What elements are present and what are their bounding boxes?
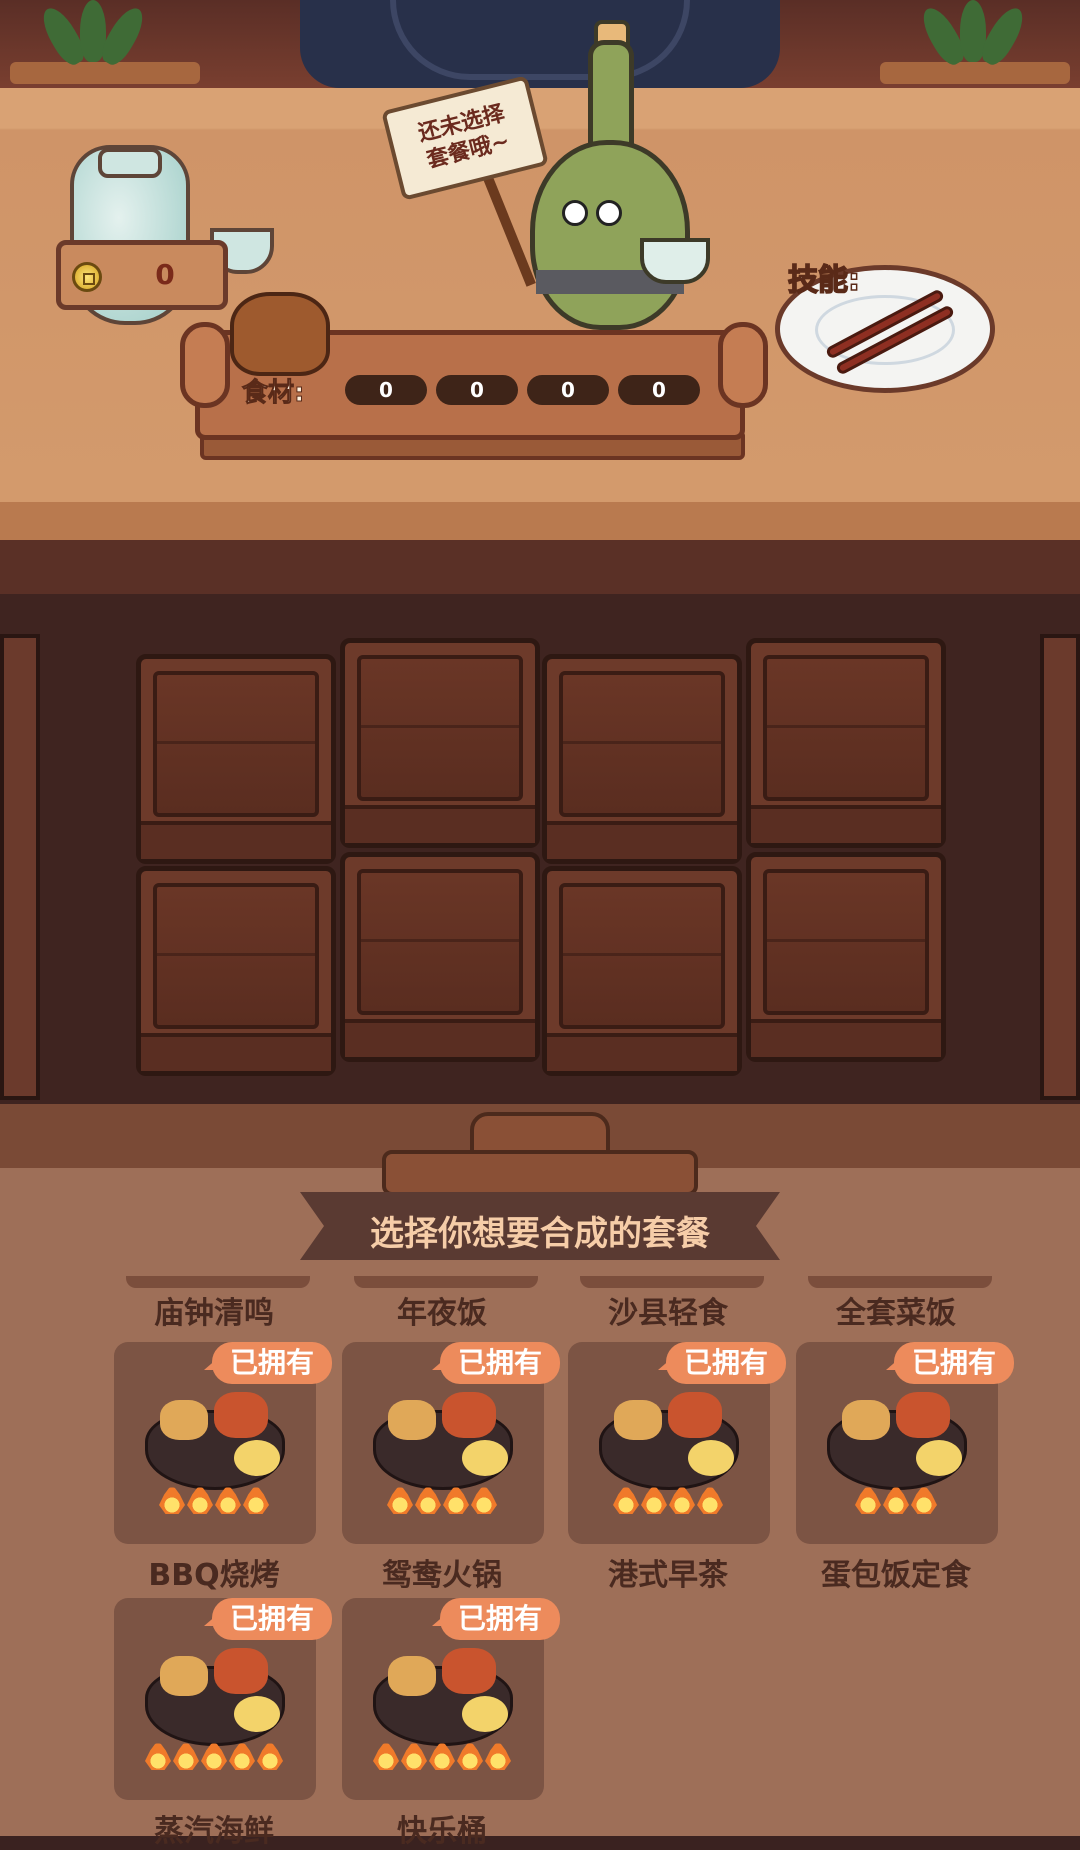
ingredient-drawer-8[interactable] bbox=[746, 852, 946, 1062]
flame-icon bbox=[443, 1484, 469, 1514]
coin-icon bbox=[72, 262, 102, 292]
counter-edge bbox=[0, 502, 1080, 542]
flame-icon bbox=[457, 1740, 483, 1770]
ingredient-count-4: 0 bbox=[618, 375, 700, 405]
difficulty-flames bbox=[373, 1740, 511, 1770]
flame-icon bbox=[471, 1484, 497, 1514]
meal-name: BBQ烧烤 bbox=[148, 1558, 280, 1593]
meal-food-image bbox=[812, 1370, 982, 1500]
cabinet-post-left bbox=[0, 634, 40, 1100]
clay-pot-icon bbox=[230, 292, 330, 376]
flame-icon bbox=[229, 1740, 255, 1770]
cabinet-post-right bbox=[1040, 634, 1080, 1100]
flame-icon bbox=[855, 1484, 881, 1514]
scroll-curl-left bbox=[180, 322, 230, 408]
difficulty-flames bbox=[613, 1484, 723, 1514]
owned-badge: 已拥有 bbox=[212, 1342, 332, 1384]
flame-icon bbox=[243, 1484, 269, 1514]
tab-name-2[interactable]: 年夜饭 bbox=[342, 1288, 542, 1332]
owned-badge: 已拥有 bbox=[440, 1342, 560, 1384]
owned-badge: 已拥有 bbox=[440, 1598, 560, 1640]
flame-icon bbox=[697, 1484, 723, 1514]
tab-stub-3 bbox=[580, 1276, 764, 1288]
tab-name-3[interactable]: 沙县轻食 bbox=[568, 1288, 768, 1332]
flame-icon bbox=[187, 1484, 213, 1514]
meal-name: 蛋包饭定食 bbox=[821, 1558, 971, 1593]
tab-stub-4 bbox=[808, 1276, 992, 1288]
speech-sign-text: 还未选择 套餐哦~ bbox=[415, 101, 513, 174]
flame-icon bbox=[373, 1740, 399, 1770]
mascot-tea-cup bbox=[640, 238, 710, 284]
owned-badge: 已拥有 bbox=[894, 1342, 1014, 1384]
ingredient-drawer-1[interactable] bbox=[136, 654, 336, 864]
ingredient-label: 食材: bbox=[241, 378, 305, 409]
flame-icon bbox=[215, 1484, 241, 1514]
meal-food-image bbox=[130, 1370, 300, 1500]
meal-name: 蒸汽海鲜 bbox=[154, 1814, 274, 1849]
meal-food-image bbox=[584, 1370, 754, 1500]
tab-name-4[interactable]: 全套菜饭 bbox=[796, 1288, 996, 1332]
flame-icon bbox=[257, 1740, 283, 1770]
flame-icon bbox=[159, 1484, 185, 1514]
difficulty-flames bbox=[145, 1740, 283, 1770]
flame-icon bbox=[173, 1740, 199, 1770]
flame-icon bbox=[429, 1740, 455, 1770]
meal-food-image bbox=[358, 1370, 528, 1500]
ingredient-drawer-7[interactable] bbox=[542, 866, 742, 1076]
flame-icon bbox=[387, 1484, 413, 1514]
tab-stub-1 bbox=[126, 1276, 310, 1288]
owned-badge: 已拥有 bbox=[212, 1598, 332, 1640]
panel-handle-bar bbox=[382, 1150, 698, 1196]
ingredient-drawer-6[interactable] bbox=[340, 852, 540, 1062]
potted-plant-left bbox=[30, 0, 150, 70]
flame-icon bbox=[415, 1484, 441, 1514]
tab-name-1[interactable]: 庙钟清鸣 bbox=[114, 1288, 314, 1332]
meal-name: 港式早茶 bbox=[608, 1558, 728, 1593]
difficulty-flames bbox=[855, 1484, 937, 1514]
flame-icon bbox=[401, 1740, 427, 1770]
mascot-eye-left bbox=[562, 200, 588, 226]
skill-label: 技能: bbox=[787, 262, 861, 299]
ingredient-drawer-4[interactable] bbox=[746, 638, 946, 848]
ingredient-drawer-2[interactable] bbox=[340, 638, 540, 848]
ingredient-count-3: 0 bbox=[527, 375, 609, 405]
counter-lip bbox=[0, 540, 1080, 594]
flame-icon bbox=[883, 1484, 909, 1514]
tab-stub-2 bbox=[354, 1276, 538, 1288]
bottle-mascot bbox=[530, 140, 690, 330]
potted-plant-right bbox=[916, 0, 1040, 70]
flame-icon bbox=[485, 1740, 511, 1770]
flame-icon bbox=[201, 1740, 227, 1770]
difficulty-flames bbox=[387, 1484, 497, 1514]
panel-title: 选择你想要合成的套餐 bbox=[370, 1214, 710, 1254]
ingredient-count-2: 0 bbox=[436, 375, 518, 405]
difficulty-flames bbox=[159, 1484, 269, 1514]
ingredient-drawer-3[interactable] bbox=[542, 654, 742, 864]
coin-jar-neck bbox=[98, 148, 162, 178]
owned-badge: 已拥有 bbox=[666, 1342, 786, 1384]
wall-sign-emblem bbox=[390, 0, 690, 80]
coin-count: 0 bbox=[155, 258, 175, 291]
meal-food-image bbox=[130, 1626, 300, 1756]
flame-icon bbox=[641, 1484, 667, 1514]
ingredient-drawer-5[interactable] bbox=[136, 866, 336, 1076]
mascot-eye-right bbox=[596, 200, 622, 226]
meal-name: 鸳鸯火锅 bbox=[382, 1558, 502, 1593]
ingredient-count-1: 0 bbox=[345, 375, 427, 405]
flame-icon bbox=[911, 1484, 937, 1514]
flame-icon bbox=[145, 1740, 171, 1770]
scroll-curl-right bbox=[718, 322, 768, 408]
meal-food-image bbox=[358, 1626, 528, 1756]
flame-icon bbox=[669, 1484, 695, 1514]
meal-name: 快乐桶 bbox=[397, 1814, 487, 1849]
flame-icon bbox=[613, 1484, 639, 1514]
